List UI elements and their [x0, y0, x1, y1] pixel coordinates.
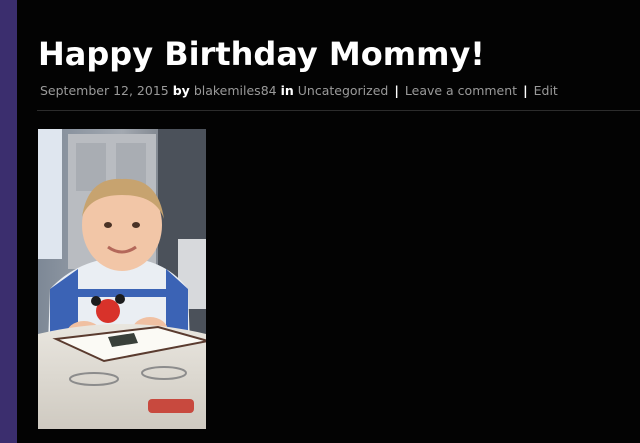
author-link[interactable]: blakemiles84	[194, 83, 277, 98]
leave-comment-link[interactable]: Leave a comment	[405, 83, 517, 98]
post: Happy Birthday Mommy! September 12, 2015…	[17, 0, 640, 443]
sidebar-stripe	[0, 0, 17, 443]
meta-separator: |	[523, 83, 528, 98]
photo-illustration	[38, 129, 206, 429]
category-link[interactable]: Uncategorized	[298, 83, 389, 98]
post-title[interactable]: Happy Birthday Mommy!	[38, 34, 485, 74]
post-meta: September 12, 2015 by blakemiles84 in Un…	[40, 82, 558, 100]
edit-link[interactable]: Edit	[534, 83, 558, 98]
post-date-link[interactable]: September 12, 2015	[40, 83, 169, 98]
page: Happy Birthday Mommy! September 12, 2015…	[0, 0, 640, 443]
by-label: by	[172, 83, 190, 98]
title-divider	[37, 110, 640, 111]
meta-separator: |	[394, 83, 399, 98]
in-label: in	[280, 83, 294, 98]
toddler-photo[interactable]	[38, 129, 206, 429]
